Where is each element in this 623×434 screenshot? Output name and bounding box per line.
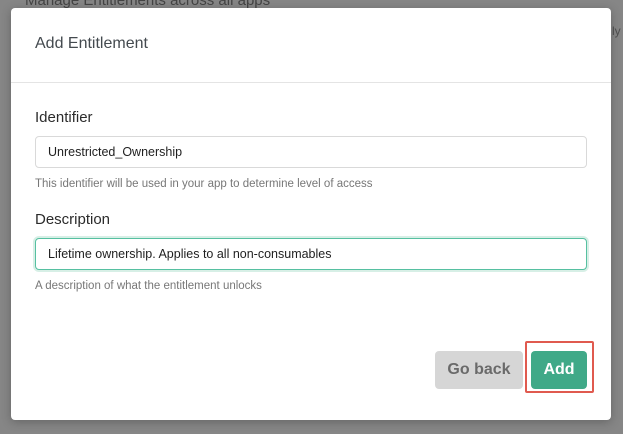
description-label: Description bbox=[35, 211, 111, 228]
modal-title: Add Entitlement bbox=[35, 35, 148, 52]
identifier-hint: This identifier will be used in your app… bbox=[35, 178, 373, 190]
add-entitlement-modal: Add Entitlement Identifier This identifi… bbox=[11, 8, 611, 420]
identifier-label: Identifier bbox=[35, 109, 93, 126]
modal-header: Add Entitlement bbox=[11, 8, 611, 83]
go-back-button[interactable]: Go back bbox=[435, 351, 523, 389]
add-button[interactable]: Add bbox=[531, 351, 587, 389]
identifier-input[interactable] bbox=[35, 136, 587, 168]
description-hint: A description of what the entitlement un… bbox=[35, 280, 262, 292]
background-right-text: ly bbox=[612, 24, 621, 38]
description-input[interactable] bbox=[35, 238, 587, 270]
